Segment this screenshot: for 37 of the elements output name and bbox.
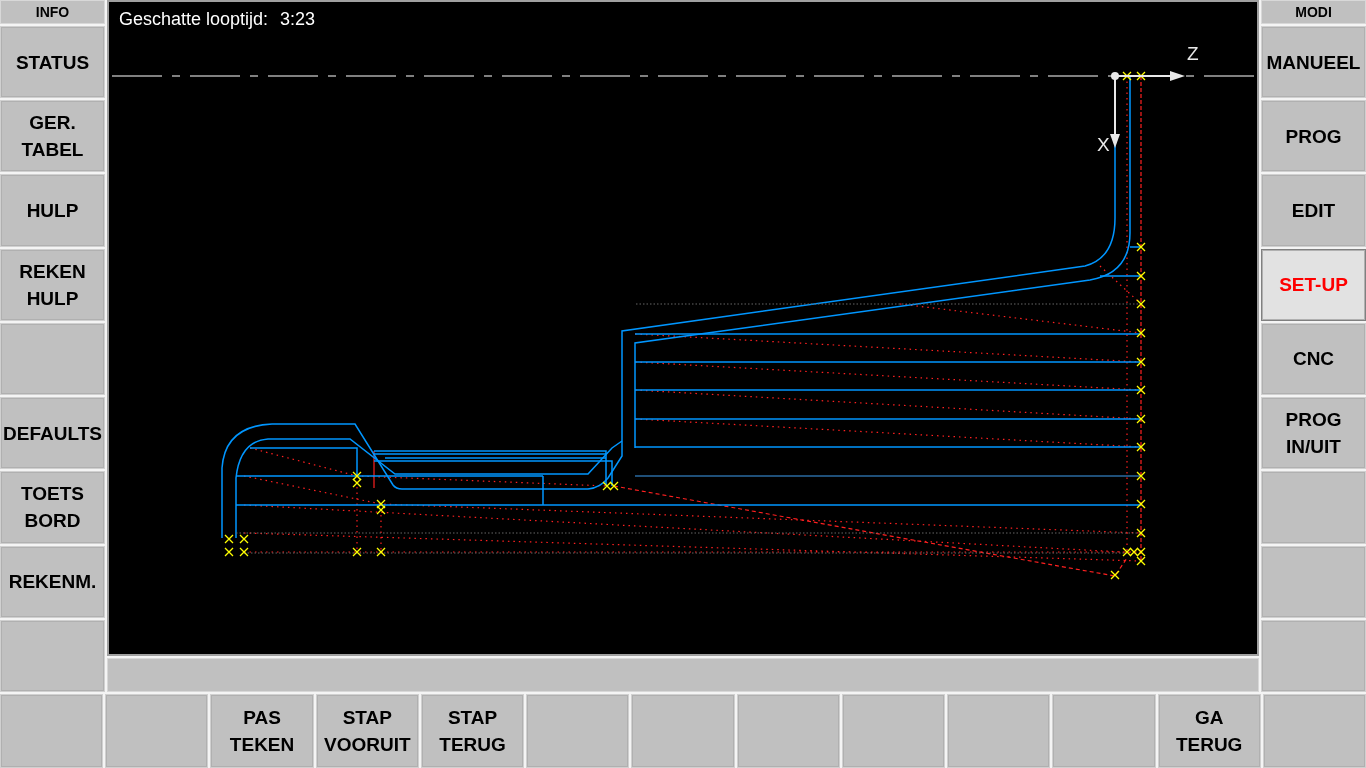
blank-key[interactable] — [631, 694, 735, 768]
mode-key[interactable]: PROG IN/UIT — [1261, 397, 1366, 470]
blank-key[interactable] — [1052, 694, 1156, 768]
panel-title: INFO — [0, 0, 105, 24]
mode-key[interactable]: PROG — [1261, 100, 1366, 173]
menu-key[interactable]: REKENM. — [0, 545, 105, 618]
menu-key[interactable]: DEFAULTS — [0, 397, 105, 470]
blank-key[interactable] — [0, 322, 105, 396]
softkey[interactable]: GA TERUG — [1157, 694, 1261, 768]
blank-key[interactable] — [1261, 471, 1366, 544]
menu-key[interactable]: GER. TABEL — [0, 100, 105, 173]
blank-key[interactable] — [947, 694, 1051, 768]
menu-key[interactable]: REKEN HULP — [0, 248, 105, 321]
panel-title: MODI — [1261, 0, 1366, 24]
blank-key[interactable] — [841, 694, 946, 768]
softkey[interactable]: STAP VOORUIT — [315, 694, 419, 768]
blank-key[interactable] — [1261, 545, 1366, 618]
blank-key[interactable] — [526, 694, 630, 768]
blank-key[interactable] — [736, 694, 840, 768]
menu-key[interactable]: TOETS BORD — [0, 471, 105, 544]
mode-key[interactable]: MANUEEL — [1261, 26, 1366, 99]
blank-key[interactable] — [105, 694, 209, 768]
runtime-value: 3:23 — [280, 9, 316, 30]
runtime-label: Geschatte looptijd: — [119, 9, 269, 30]
axis-label: Z — [1187, 43, 1199, 64]
blank-key[interactable] — [0, 694, 104, 768]
mode-key[interactable]: EDIT — [1261, 174, 1366, 247]
mode-key[interactable]: CNC — [1261, 322, 1366, 396]
origin-dot — [1111, 72, 1119, 80]
softkey[interactable]: STAP TERUG — [420, 694, 525, 768]
blank-key[interactable] — [1261, 619, 1366, 692]
blank-key[interactable] — [1262, 694, 1366, 768]
menu-key[interactable]: HULP — [0, 174, 105, 247]
softkey[interactable]: PAS TEKEN — [210, 694, 314, 768]
blank-key[interactable] — [0, 619, 105, 692]
menu-key[interactable]: STATUS — [0, 26, 105, 99]
axis-label: X — [1097, 134, 1110, 155]
